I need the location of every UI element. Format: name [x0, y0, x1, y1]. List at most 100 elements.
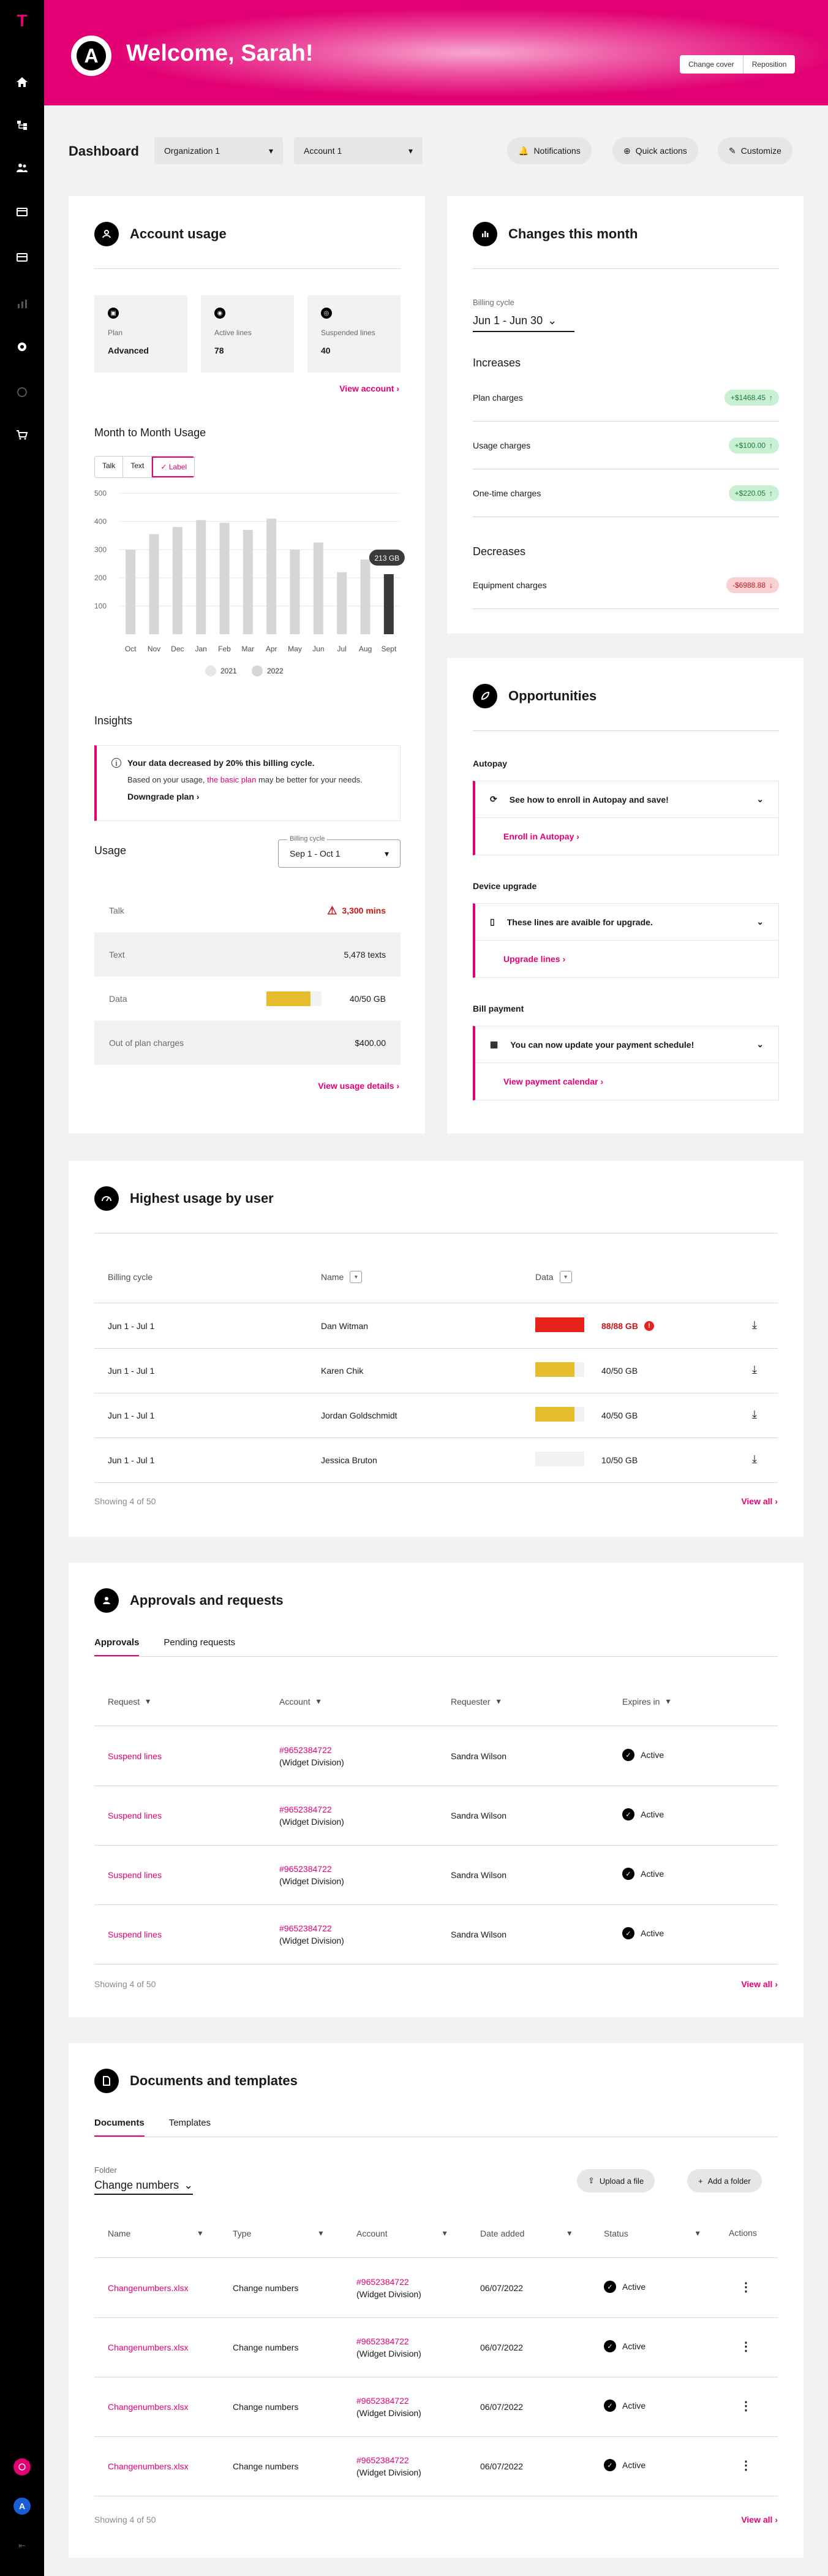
account-link[interactable]: #9652384722 [279, 1863, 344, 1875]
account-link[interactable]: #9652384722 [356, 2395, 421, 2407]
enroll-autopay-link[interactable]: Enroll in Autopay › [475, 818, 778, 855]
file-link[interactable]: Changenumbers.xlsx [108, 2283, 189, 2293]
account-link[interactable]: #9652384722 [356, 2276, 421, 2288]
tab-documents[interactable]: Documents [94, 2118, 145, 2137]
header-account[interactable]: Account ▾ [356, 2228, 447, 2238]
header-account[interactable]: Account ▾ [279, 1696, 321, 1707]
header-status[interactable]: Status ▾ [604, 2228, 700, 2238]
segment-text[interactable]: Text [123, 456, 152, 477]
sort-icon[interactable]: ▾ [350, 1271, 363, 1283]
payment-icon[interactable] [12, 248, 32, 267]
data-usage-bar [535, 1452, 584, 1466]
folder-select[interactable]: Change numbers ⌄ [94, 2176, 194, 2195]
tab-approvals[interactable]: Approvals [94, 1637, 140, 1657]
profile-avatar[interactable]: A [13, 2498, 31, 2515]
upgrade-lines-link[interactable]: Upgrade lines › [475, 941, 778, 977]
download-icon[interactable]: ⤓ [752, 1319, 757, 1332]
payment-calendar-link[interactable]: View payment calendar › [475, 1063, 778, 1100]
header-expires[interactable]: Expires in ▾ [622, 1696, 671, 1707]
account-link[interactable]: #9652384722 [356, 2454, 421, 2466]
request-link[interactable]: Suspend lines [108, 1930, 162, 1939]
view-usage-details-link[interactable]: View usage details › [318, 1081, 399, 1091]
brand-logo-icon[interactable]: T [15, 12, 29, 29]
more-actions-icon[interactable]: ⋮ [740, 2398, 752, 2414]
upgrade-expand[interactable]: ▯ These lines are avaible for upgrade. ⌄ [475, 904, 778, 941]
section-bill-payment: Bill payment [473, 1004, 524, 1013]
request-link[interactable]: Suspend lines [108, 1811, 162, 1820]
change-cover-button[interactable]: Change cover [680, 55, 743, 74]
account-link[interactable]: #9652384722 [356, 2335, 421, 2347]
home-icon[interactable] [12, 72, 32, 92]
hierarchy-icon[interactable] [12, 115, 32, 135]
usage-billing-cycle-select[interactable]: Billing cycle Sep 1 - Oct 1 ▾ [278, 835, 401, 868]
chevron-down-icon: ⌄ [756, 794, 764, 804]
cart-icon[interactable] [12, 425, 32, 445]
more-actions-icon[interactable]: ⋮ [740, 2458, 752, 2473]
view-all-usage-link[interactable]: View all › [741, 1496, 778, 1506]
header-billing-cycle: Billing cycle [108, 1272, 153, 1282]
users-icon[interactable] [12, 158, 32, 178]
changes-billing-cycle-select[interactable]: Jun 1 - Jun 30 ⌄ [473, 310, 574, 332]
payment-expand[interactable]: ▦ You can now update your payment schedul… [475, 1026, 778, 1063]
organization-select[interactable]: Organization 1 ▾ [154, 137, 283, 164]
billing-cycle-label: Billing cycle [473, 298, 514, 307]
collapse-icon[interactable]: ⇤ [13, 2537, 31, 2554]
file-link[interactable]: Changenumbers.xlsx [108, 2402, 189, 2412]
autopay-expand[interactable]: ⟳ See how to enroll in Autopay and save! ⌄ [475, 781, 778, 818]
downgrade-plan-link[interactable]: Downgrade plan › [127, 792, 385, 801]
bar-2021 [219, 523, 230, 634]
file-link[interactable]: Changenumbers.xlsx [108, 2461, 189, 2471]
header-requester[interactable]: Requester ▾ [451, 1696, 501, 1707]
basic-plan-link[interactable]: the basic plan [207, 775, 256, 784]
view-all-approvals-link[interactable]: View all › [741, 1979, 778, 1989]
customize-button[interactable]: ✎ Customize [718, 137, 792, 164]
reposition-button[interactable]: Reposition [743, 55, 796, 74]
account-link[interactable]: #9652384722 [279, 1803, 344, 1816]
mtm-title: Month to Month Usage [94, 426, 206, 439]
header-date-added[interactable]: Date added ▾ [480, 2228, 571, 2238]
arrow-up-icon: ↑ [769, 488, 773, 498]
header-data[interactable]: Data ▾ [535, 1271, 572, 1283]
header-name[interactable]: Name ▾ [108, 2228, 202, 2238]
notifications-button[interactable]: 🔔 Notifications [507, 137, 592, 164]
quick-actions-button[interactable]: ⊕ Quick actions [612, 137, 698, 164]
bar-2021 [243, 529, 253, 634]
header-request[interactable]: Request ▾ [108, 1696, 150, 1707]
support-icon[interactable] [12, 382, 32, 402]
view-account-link[interactable]: View account › [339, 384, 399, 393]
alerts-icon[interactable] [13, 2458, 31, 2476]
download-icon[interactable]: ⤓ [752, 1453, 757, 1466]
chevron-down-icon: ⌄ [756, 1039, 764, 1049]
check-circle-icon: ✓ [622, 1749, 634, 1761]
account-link[interactable]: #9652384722 [279, 1922, 344, 1934]
more-actions-icon[interactable]: ⋮ [740, 2279, 752, 2295]
billing-icon[interactable] [12, 202, 32, 222]
check-icon: ✓ [160, 463, 169, 471]
request-link[interactable]: Suspend lines [108, 1870, 162, 1880]
add-folder-button[interactable]: + Add a folder [687, 2169, 762, 2192]
file-link[interactable]: Changenumbers.xlsx [108, 2343, 189, 2352]
upload-file-button[interactable]: ⇪ Upload a file [577, 2169, 655, 2192]
settings-icon[interactable] [12, 337, 32, 357]
cell-name: Dan Witman [321, 1321, 369, 1331]
header-name[interactable]: Name ▾ [321, 1271, 363, 1283]
segment-label[interactable]: ✓ Label [152, 456, 195, 477]
download-icon[interactable]: ⤓ [752, 1363, 757, 1376]
usage-row-talk: Talk ⚠ 3,300 mins [109, 904, 386, 917]
more-actions-icon[interactable]: ⋮ [740, 2339, 752, 2354]
account-link[interactable]: #9652384722 [279, 1744, 344, 1756]
analytics-icon[interactable] [12, 294, 32, 314]
bar-2021 [337, 572, 347, 634]
cell-requester: Sandra Wilson [451, 1751, 507, 1761]
account-select[interactable]: Account 1 ▾ [294, 137, 423, 164]
tab-pending-requests[interactable]: Pending requests [164, 1637, 235, 1657]
segment-talk[interactable]: Talk [95, 456, 124, 477]
cell-account: #9652384722 (Widget Division) [356, 2395, 421, 2418]
header-type[interactable]: Type ▾ [233, 2228, 323, 2238]
request-link[interactable]: Suspend lines [108, 1751, 162, 1761]
tab-templates[interactable]: Templates [169, 2118, 211, 2137]
sort-icon[interactable]: ▾ [559, 1271, 572, 1283]
view-all-documents-link[interactable]: View all › [741, 2515, 778, 2525]
download-icon[interactable]: ⤓ [752, 1408, 757, 1421]
card-title: Highest usage by user [130, 1191, 274, 1206]
